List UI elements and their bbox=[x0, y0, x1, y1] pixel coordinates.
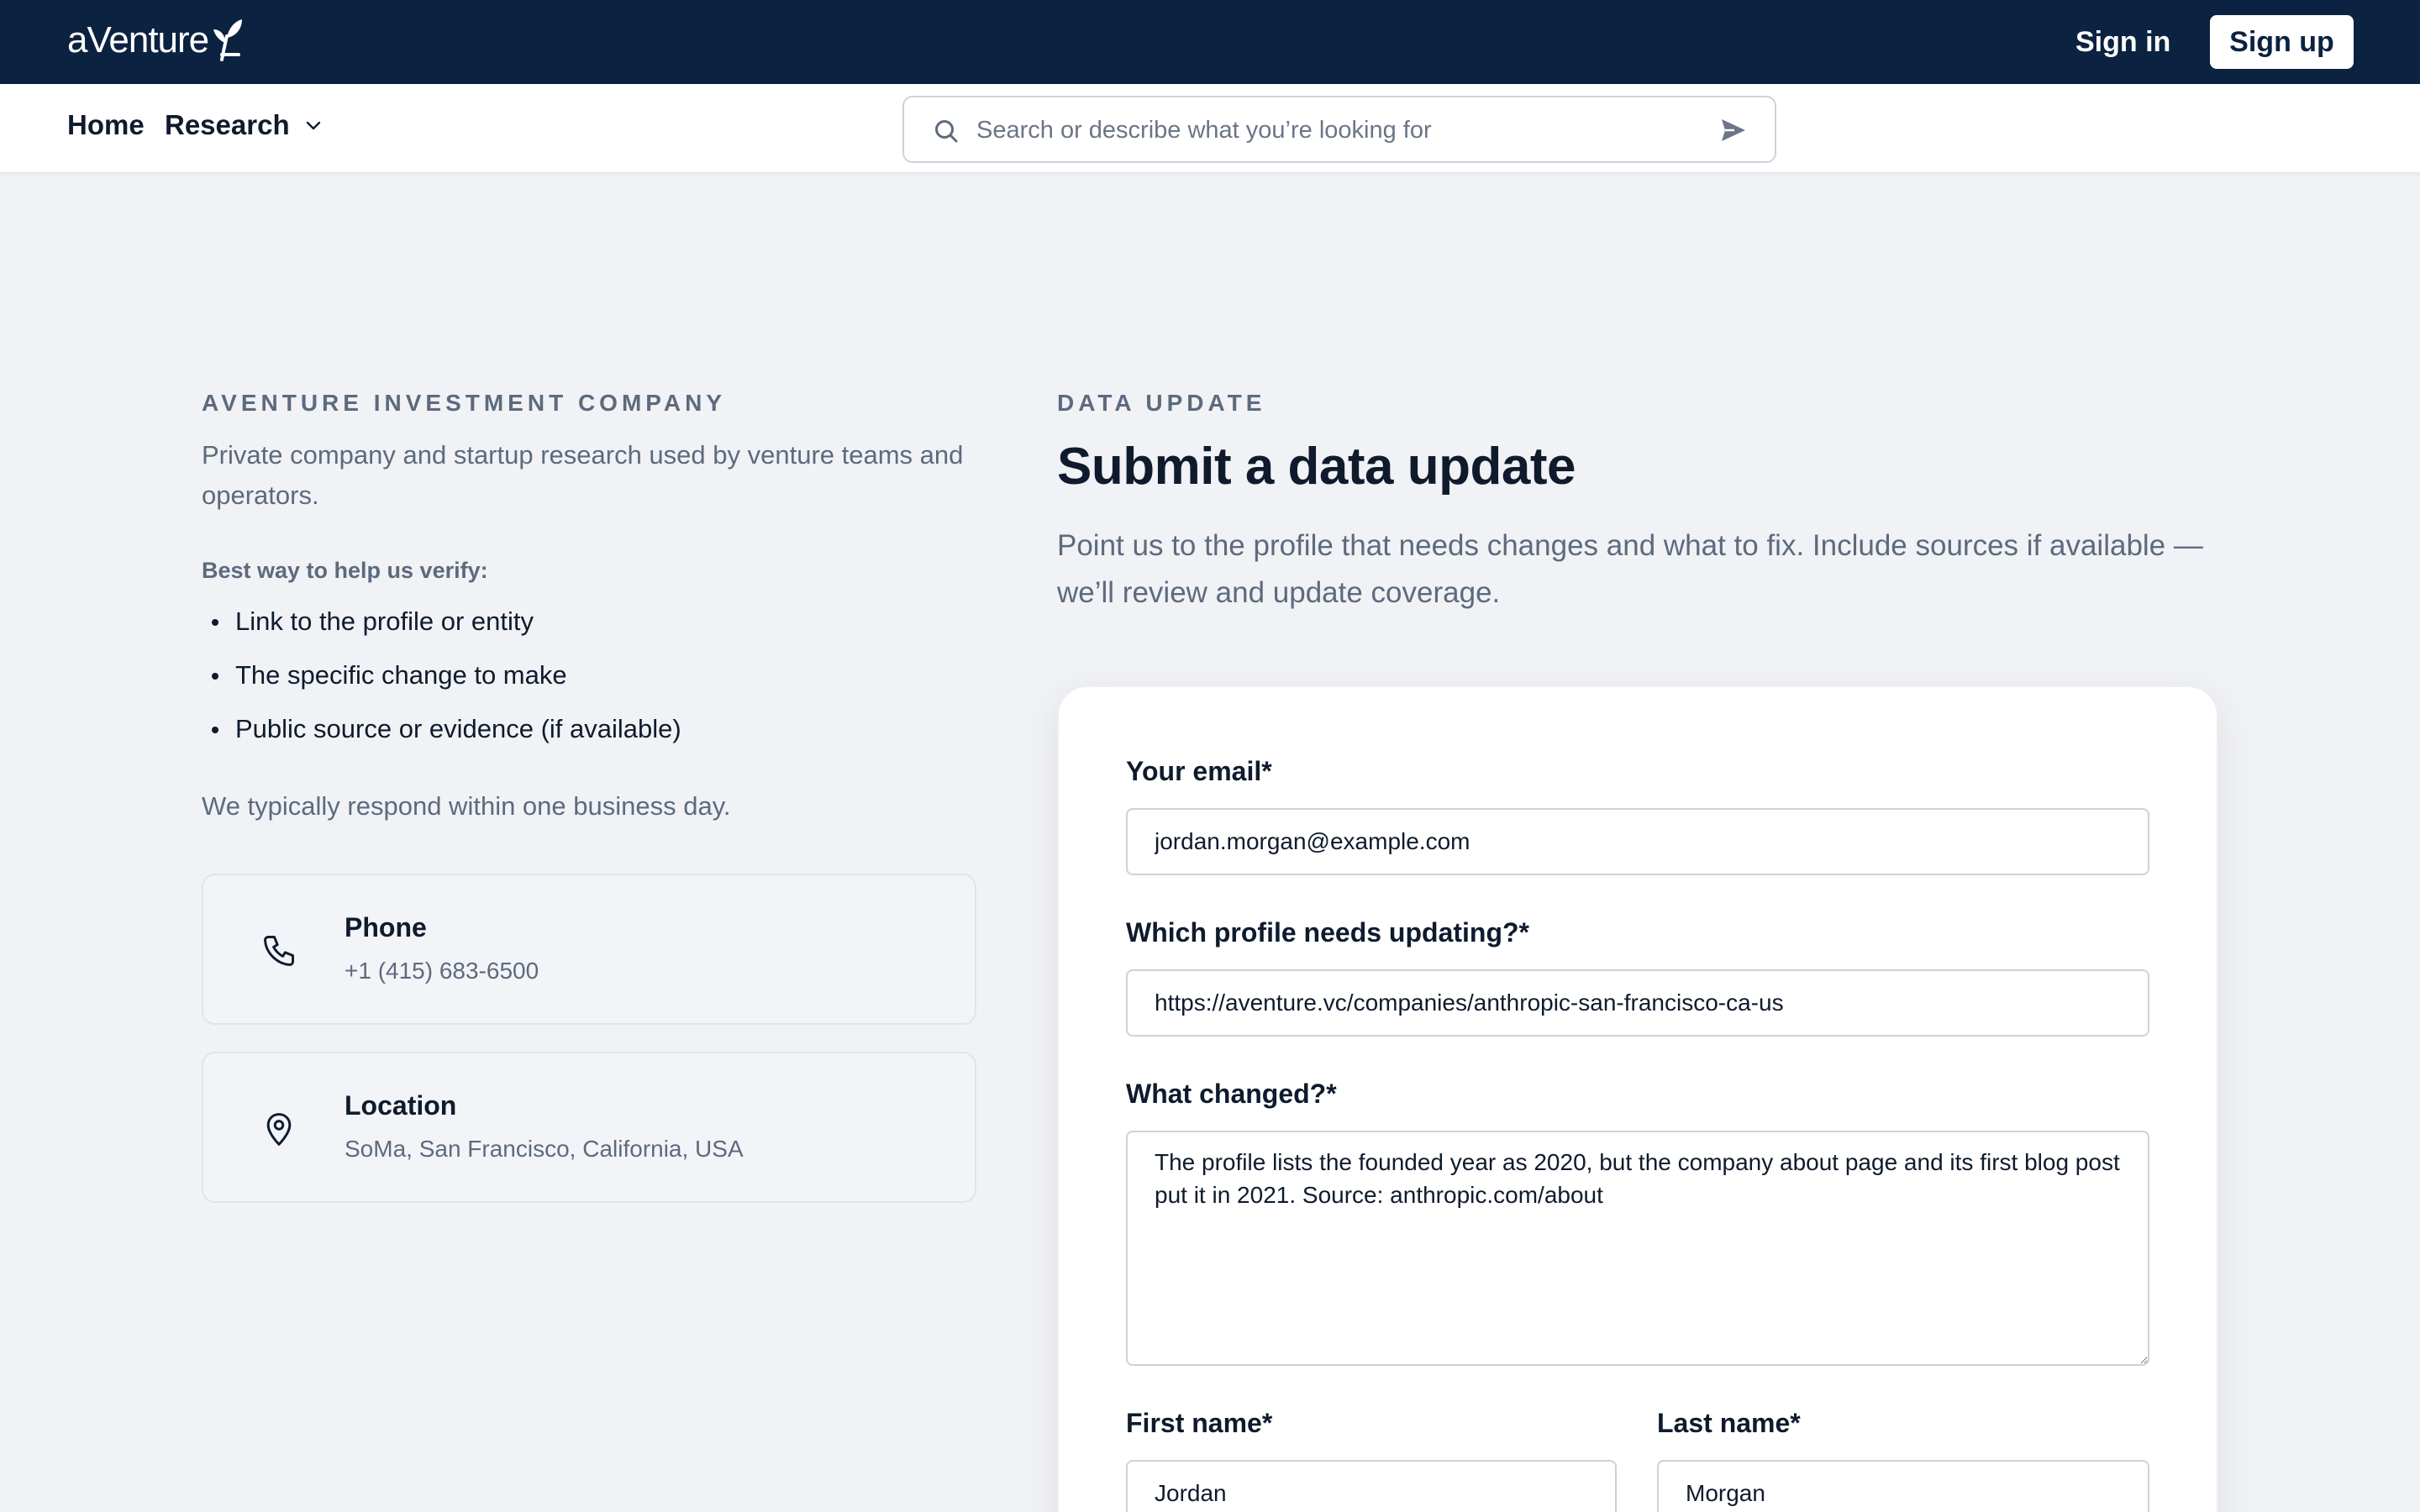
phone-number: +1 (415) 683-6500 bbox=[345, 958, 539, 984]
data-update-form: Your email* Which profile needs updating… bbox=[1057, 685, 2218, 1512]
phone-icon bbox=[264, 936, 294, 966]
response-note: We typically respond within one business… bbox=[202, 791, 731, 821]
last-name-field[interactable] bbox=[1657, 1460, 2149, 1512]
search-input[interactable] bbox=[976, 109, 1699, 151]
verify-label: Best way to help us verify: bbox=[202, 558, 488, 583]
location-card: Location SoMa, San Francisco, California… bbox=[202, 1052, 976, 1203]
company-eyebrow: AVENTURE INVESTMENT COMPANY bbox=[202, 390, 726, 416]
sign-up-button[interactable]: Sign up bbox=[2210, 15, 2354, 69]
email-label: Your email* bbox=[1126, 756, 1272, 786]
send-icon[interactable] bbox=[1719, 116, 1748, 144]
logo-text: aVenture bbox=[67, 19, 209, 60]
profile-url-field[interactable] bbox=[1126, 969, 2149, 1037]
sign-in-link[interactable]: Sign in bbox=[2075, 17, 2170, 67]
form-eyebrow: DATA UPDATE bbox=[1057, 390, 1266, 416]
first-name-field[interactable] bbox=[1126, 1460, 1617, 1512]
list-item: Public source or evidence (if available) bbox=[202, 709, 681, 763]
verify-list: Link to the profile or entity The specif… bbox=[202, 601, 681, 763]
top-bar: aVenture Sign in Sign up bbox=[0, 0, 2420, 84]
changed-label: What changed?* bbox=[1126, 1079, 1337, 1109]
location-address: SoMa, San Francisco, California, USA bbox=[345, 1136, 744, 1162]
list-item: Link to the profile or entity bbox=[202, 601, 681, 655]
form-description: Point us to the profile that needs chang… bbox=[1057, 529, 2203, 609]
location-title: Location bbox=[345, 1090, 457, 1121]
phone-card: Phone +1 (415) 683-6500 bbox=[202, 874, 976, 1025]
chevron-down-icon bbox=[306, 121, 320, 130]
search-icon bbox=[935, 120, 958, 143]
email-field[interactable] bbox=[1126, 808, 2149, 875]
nav-research-label: Research bbox=[165, 109, 290, 140]
map-pin-icon bbox=[266, 1113, 292, 1146]
nav-home-link[interactable]: Home bbox=[67, 109, 145, 141]
page-title: Submit a data update bbox=[1057, 438, 1576, 496]
aventure-logo[interactable]: aVenture bbox=[67, 15, 244, 66]
phone-title: Phone bbox=[345, 912, 427, 942]
search-bar bbox=[902, 96, 1776, 163]
list-item: The specific change to make bbox=[202, 655, 681, 709]
nav-bar: Home Research bbox=[0, 84, 2420, 173]
what-changed-textarea[interactable]: The profile lists the founded year as 20… bbox=[1126, 1131, 2149, 1366]
last-name-label: Last name* bbox=[1657, 1408, 1801, 1438]
company-intro: Private company and startup research use… bbox=[202, 440, 964, 510]
first-name-label: First name* bbox=[1126, 1408, 1273, 1438]
profile-label: Which profile needs updating?* bbox=[1126, 917, 1529, 948]
nav-research-menu[interactable]: Research bbox=[165, 109, 322, 141]
sprout-icon bbox=[213, 19, 243, 61]
